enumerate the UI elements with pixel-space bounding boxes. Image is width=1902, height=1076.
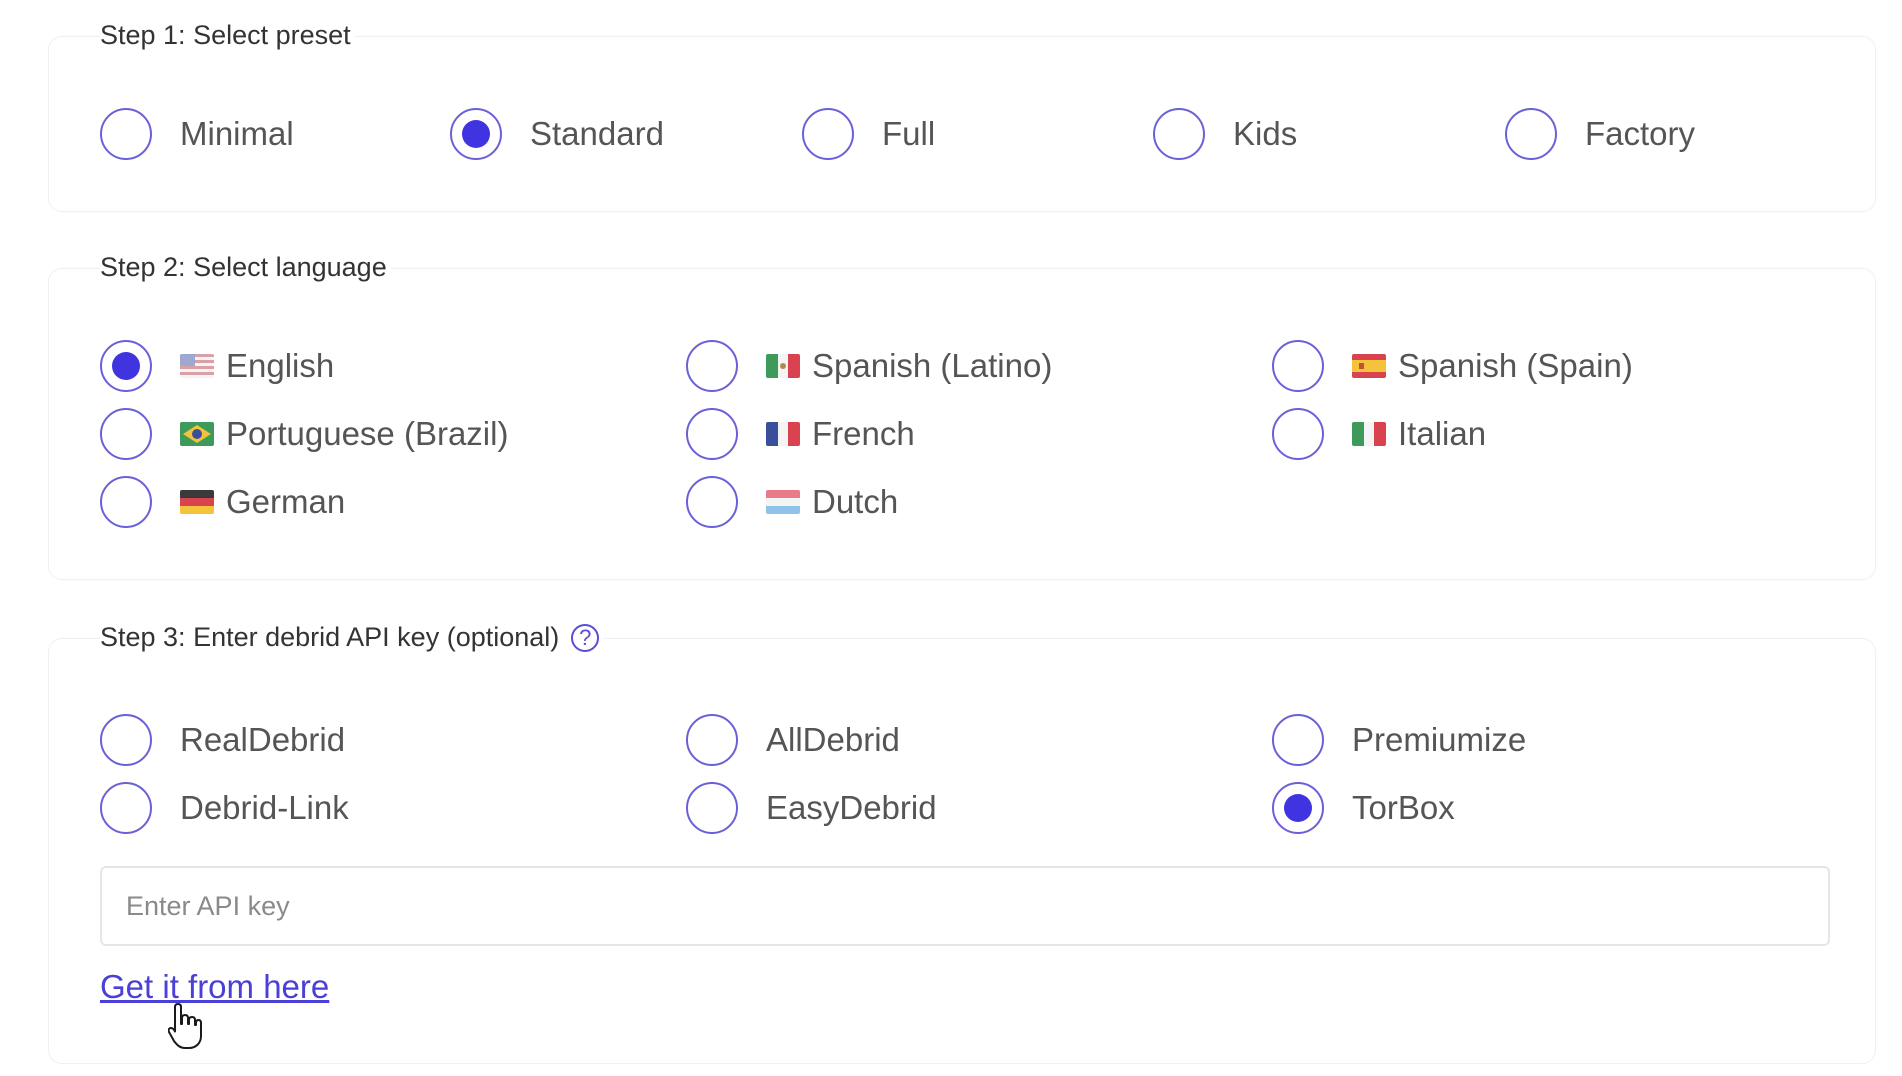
debrid-radio-alldebrid[interactable]	[686, 714, 738, 766]
preset-option-full[interactable]: Full	[802, 106, 935, 162]
debrid-option-premiumize[interactable]: Premiumize	[1272, 712, 1526, 768]
preset-label-kids: Kids	[1233, 115, 1298, 152]
language-radio-portuguese-brazil[interactable]	[100, 408, 152, 460]
question-circle-icon[interactable]: ?	[571, 623, 600, 652]
language-label-spanish-spain: Spanish (Spain)	[1398, 347, 1633, 384]
germany-flag-icon	[180, 490, 214, 514]
preset-label-full: Full	[882, 115, 936, 152]
debrid-radio-premiumize[interactable]	[1272, 714, 1324, 766]
italy-flag-icon	[1352, 422, 1386, 446]
netherlands-flag-icon	[766, 490, 800, 514]
debrid-option-easydebrid[interactable]: EasyDebrid	[686, 780, 937, 836]
language-radio-english[interactable]	[100, 340, 152, 392]
brazil-flag-icon	[180, 422, 214, 446]
debrid-section-title: Step 3: Enter debrid API key (optional) …	[100, 622, 604, 653]
preset-radio-minimal[interactable]	[100, 108, 152, 160]
debrid-option-torbox[interactable]: TorBox	[1272, 780, 1455, 836]
debrid-label-alldebrid: AllDebrid	[766, 721, 900, 758]
debrid-section-title-text: Step 3: Enter debrid API key (optional)	[100, 622, 560, 652]
preset-label-standard: Standard	[530, 115, 664, 152]
language-row-2: Portuguese (Brazil) French Italian	[0, 406, 1902, 462]
language-label-french: French	[812, 415, 915, 452]
us-flag-icon	[180, 354, 214, 378]
debrid-label-debrid-link: Debrid-Link	[180, 789, 349, 826]
language-label-english: English	[226, 347, 335, 384]
language-row-3: German Dutch	[0, 474, 1902, 530]
debrid-row-2: Debrid-Link EasyDebrid TorBox	[0, 780, 1902, 836]
preset-radio-standard[interactable]	[450, 108, 502, 160]
preset-option-factory[interactable]: Factory	[1505, 106, 1695, 162]
language-label-portuguese-brazil: Portuguese (Brazil)	[226, 415, 509, 452]
language-label-italian: Italian	[1398, 415, 1487, 452]
debrid-option-alldebrid[interactable]: AllDebrid	[686, 712, 900, 768]
language-option-french[interactable]: French	[686, 406, 915, 462]
debrid-row-1: RealDebrid AllDebrid Premiumize	[0, 712, 1902, 768]
language-section-title: Step 2: Select language	[100, 252, 391, 283]
language-option-spanish-latino[interactable]: Spanish (Latino)	[686, 338, 1052, 394]
language-radio-spanish-latino[interactable]	[686, 340, 738, 392]
language-radio-spanish-spain[interactable]	[1272, 340, 1324, 392]
debrid-radio-debrid-link[interactable]	[100, 782, 152, 834]
language-label-german: German	[226, 483, 346, 520]
preset-option-standard[interactable]: Standard	[450, 106, 664, 162]
preset-radio-kids[interactable]	[1153, 108, 1205, 160]
france-flag-icon	[766, 422, 800, 446]
debrid-option-debrid-link[interactable]: Debrid-Link	[100, 780, 349, 836]
language-option-italian[interactable]: Italian	[1272, 406, 1486, 462]
get-api-key-link[interactable]: Get it from here	[100, 968, 329, 1006]
spain-flag-icon	[1352, 354, 1386, 378]
preset-option-kids[interactable]: Kids	[1153, 106, 1297, 162]
language-option-english[interactable]: English	[100, 338, 334, 394]
preset-section-title: Step 1: Select preset	[100, 20, 355, 51]
language-option-portuguese-brazil[interactable]: Portuguese (Brazil)	[100, 406, 508, 462]
preset-option-minimal[interactable]: Minimal	[100, 106, 294, 162]
debrid-label-torbox: TorBox	[1352, 789, 1455, 826]
debrid-label-realdebrid: RealDebrid	[180, 721, 346, 758]
language-option-spanish-spain[interactable]: Spanish (Spain)	[1272, 338, 1633, 394]
language-radio-french[interactable]	[686, 408, 738, 460]
language-label-spanish-latino: Spanish (Latino)	[812, 347, 1053, 384]
debrid-label-premiumize: Premiumize	[1352, 721, 1527, 758]
addon-config-form: Step 1: Select preset Minimal Standard F…	[0, 0, 1902, 1076]
debrid-label-easydebrid: EasyDebrid	[766, 789, 937, 826]
mexico-flag-icon	[766, 354, 800, 378]
debrid-radio-torbox[interactable]	[1272, 782, 1324, 834]
hand-pointer-icon	[168, 1003, 202, 1049]
language-option-german[interactable]: German	[100, 474, 345, 530]
language-option-dutch[interactable]: Dutch	[686, 474, 898, 530]
debrid-radio-easydebrid[interactable]	[686, 782, 738, 834]
preset-label-factory: Factory	[1585, 115, 1696, 152]
language-label-dutch: Dutch	[812, 483, 899, 520]
debrid-option-realdebrid[interactable]: RealDebrid	[100, 712, 345, 768]
preset-options: Minimal Standard Full Kids Factory	[0, 106, 1902, 162]
preset-radio-factory[interactable]	[1505, 108, 1557, 160]
language-radio-dutch[interactable]	[686, 476, 738, 528]
preset-label-minimal: Minimal	[180, 115, 294, 152]
language-radio-italian[interactable]	[1272, 408, 1324, 460]
api-key-input[interactable]	[100, 866, 1830, 946]
language-row-1: English Spanish (Latino) Spanish (Spain)	[0, 338, 1902, 394]
language-radio-german[interactable]	[100, 476, 152, 528]
preset-radio-full[interactable]	[802, 108, 854, 160]
debrid-radio-realdebrid[interactable]	[100, 714, 152, 766]
